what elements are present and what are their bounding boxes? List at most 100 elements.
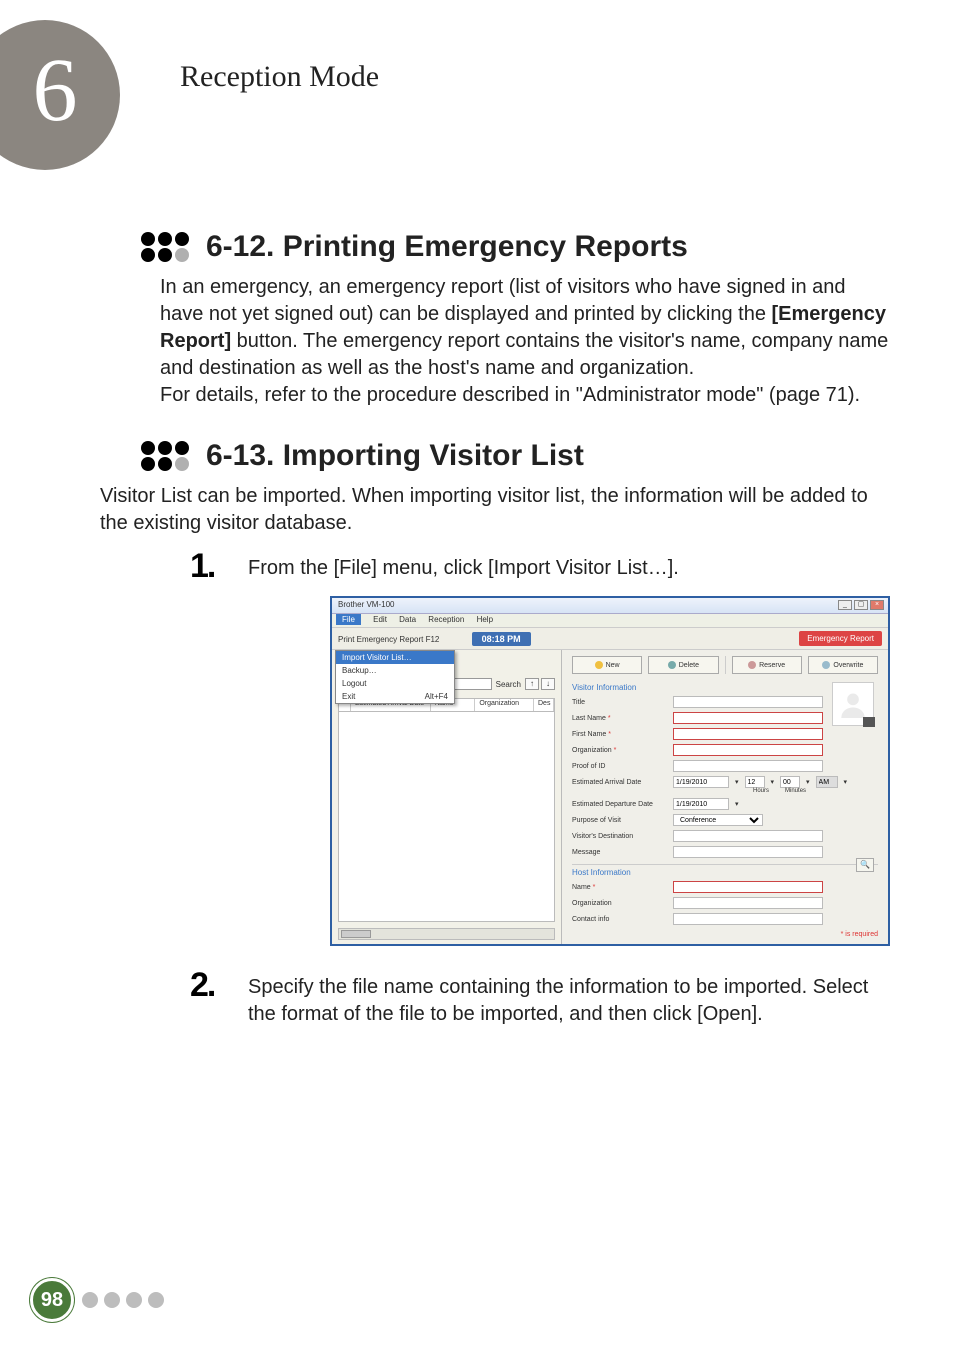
toolbar: Print Emergency Report F12 08:18 PM Emer… [332, 628, 888, 650]
section-6-12-title: 6-12. Printing Emergency Reports [206, 230, 688, 264]
section-heading-row: 6-12. Printing Emergency Reports [140, 230, 894, 264]
purpose-label: Purpose of Visit [572, 817, 667, 824]
menu-item-exit[interactable]: Exit Alt+F4 [336, 690, 454, 703]
print-badge-button[interactable]: Print Badge [676, 944, 774, 946]
required-note: * is required [572, 931, 878, 938]
menu-item-logout[interactable]: Logout [336, 677, 454, 690]
col-org[interactable]: Organization [475, 699, 534, 711]
photo-corner-icon[interactable] [863, 717, 875, 727]
window-title: Brother VM-100 [338, 600, 394, 609]
lastname-input[interactable] [673, 712, 823, 724]
proofid-input[interactable] [673, 760, 823, 772]
menu-file[interactable]: File [336, 614, 361, 625]
action-buttons: New Delete Reserve Overwrite [572, 656, 878, 674]
right-pane: New Delete Reserve Overwrite Visitor Inf… [562, 650, 888, 944]
minutes-label: Minutes [785, 788, 806, 794]
host-org-input[interactable] [673, 897, 823, 909]
host-org-label: Organization [572, 900, 667, 907]
title-label: Title [572, 699, 667, 706]
step-1-text: From the [File] menu, click [Import Visi… [248, 547, 679, 582]
minimize-icon[interactable]: _ [838, 600, 852, 610]
window-titlebar: Brother VM-100 _ ▢ × [332, 598, 888, 614]
delete-label: Delete [679, 662, 699, 669]
person-icon [839, 690, 867, 718]
host-contact-input[interactable] [673, 913, 823, 925]
menu-help[interactable]: Help [477, 615, 493, 624]
left-pane: Import Visitor List… Backup… Logout Exit… [332, 650, 562, 944]
preview-button[interactable]: Preview [572, 944, 670, 946]
reserve-label: Reserve [759, 662, 785, 669]
section-6-12-body: In an emergency, an emergency report (li… [160, 274, 894, 409]
divider [725, 656, 726, 674]
lastname-label: Last Name * [572, 715, 667, 722]
photo-placeholder[interactable] [832, 682, 874, 726]
para-post: button. The emergency report contains th… [160, 330, 888, 406]
destination-input[interactable] [673, 830, 823, 842]
new-label: New [606, 662, 620, 669]
chapter-number: 6 [33, 39, 78, 142]
host-search-icon[interactable]: 🔍 [856, 858, 874, 872]
page-number-badge: 98 [30, 1278, 74, 1322]
scroll-thumb[interactable] [341, 930, 371, 938]
menu-item-import[interactable]: Import Visitor List… [336, 651, 454, 664]
host-name-input[interactable] [673, 881, 823, 893]
message-label: Message [572, 849, 667, 856]
menu-item-backup[interactable]: Backup… [336, 664, 454, 677]
section-6-13-intro: Visitor List can be imported. When impor… [100, 483, 894, 537]
host-contact-label: Contact info [572, 916, 667, 923]
section-6-12: 6-12. Printing Emergency Reports In an e… [100, 230, 894, 409]
title-input[interactable] [673, 696, 823, 708]
overwrite-label: Overwrite [833, 662, 863, 669]
section-dots-icon [140, 230, 190, 264]
app-body: Import Visitor List… Backup… Logout Exit… [332, 650, 888, 944]
close-icon[interactable]: × [870, 600, 884, 610]
reserve-button[interactable]: Reserve [732, 656, 802, 674]
col-des[interactable]: Des [534, 699, 554, 711]
print-emergency-label[interactable]: Print Emergency Report F12 [338, 635, 439, 644]
arrival-ampm[interactable] [816, 776, 838, 788]
purpose-select[interactable]: Conference [673, 814, 763, 826]
step-2: 2. Specify the file name containing the … [190, 966, 894, 1028]
arrow-up-icon[interactable]: ↑ [525, 678, 539, 690]
app-screenshot: Brother VM-100 _ ▢ × File Edit Data Rece… [330, 596, 890, 946]
chapter-title: Reception Mode [180, 60, 379, 94]
para-pre: In an emergency, an emergency report (li… [160, 276, 846, 325]
arrival-min[interactable] [780, 776, 800, 788]
message-input[interactable] [673, 846, 823, 858]
section-dots-icon [140, 439, 190, 473]
menu-data[interactable]: Data [399, 615, 416, 624]
emergency-report-button[interactable]: Emergency Report [799, 631, 882, 646]
horizontal-scrollbar[interactable] [338, 928, 555, 940]
chapter-number-badge: 6 [0, 20, 120, 170]
section-6-13: 6-13. Importing Visitor List Visitor Lis… [100, 439, 894, 1028]
maximize-icon[interactable]: ▢ [854, 600, 868, 610]
print-parking-button[interactable]: Print Parking Permit [780, 944, 878, 946]
page-content: 6-12. Printing Emergency Reports In an e… [100, 230, 894, 1058]
delete-button[interactable]: Delete [648, 656, 718, 674]
arrival-hour[interactable] [745, 776, 765, 788]
reserve-icon [748, 661, 756, 669]
host-name-label: Name * [572, 884, 667, 891]
step-2-text: Specify the file name containing the inf… [248, 966, 894, 1028]
org-input[interactable] [673, 744, 823, 756]
menu-reception[interactable]: Reception [428, 615, 464, 624]
menu-item-exit-label: Exit [342, 692, 355, 701]
list-body[interactable] [338, 712, 555, 922]
footer-dots-icon [82, 1292, 164, 1308]
page-footer: 98 [30, 1278, 164, 1322]
arrow-down-icon[interactable]: ↓ [541, 678, 555, 690]
menubar: File Edit Data Reception Help [332, 614, 888, 628]
clock: 08:18 PM [472, 632, 531, 646]
menu-edit[interactable]: Edit [373, 615, 387, 624]
file-menu-dropdown: Import Visitor List… Backup… Logout Exit… [335, 650, 455, 704]
menu-item-exit-accel: Alt+F4 [425, 692, 448, 701]
departure-date[interactable] [673, 798, 729, 810]
window-buttons: _ ▢ × [838, 600, 884, 610]
step-1: 1. From the [File] menu, click [Import V… [190, 547, 894, 586]
firstname-input[interactable] [673, 728, 823, 740]
new-button[interactable]: New [572, 656, 642, 674]
overwrite-button[interactable]: Overwrite [808, 656, 878, 674]
arrival-date[interactable] [673, 776, 729, 788]
departure-label: Estimated Departure Date [572, 801, 667, 808]
org-label: Organization * [572, 747, 667, 754]
